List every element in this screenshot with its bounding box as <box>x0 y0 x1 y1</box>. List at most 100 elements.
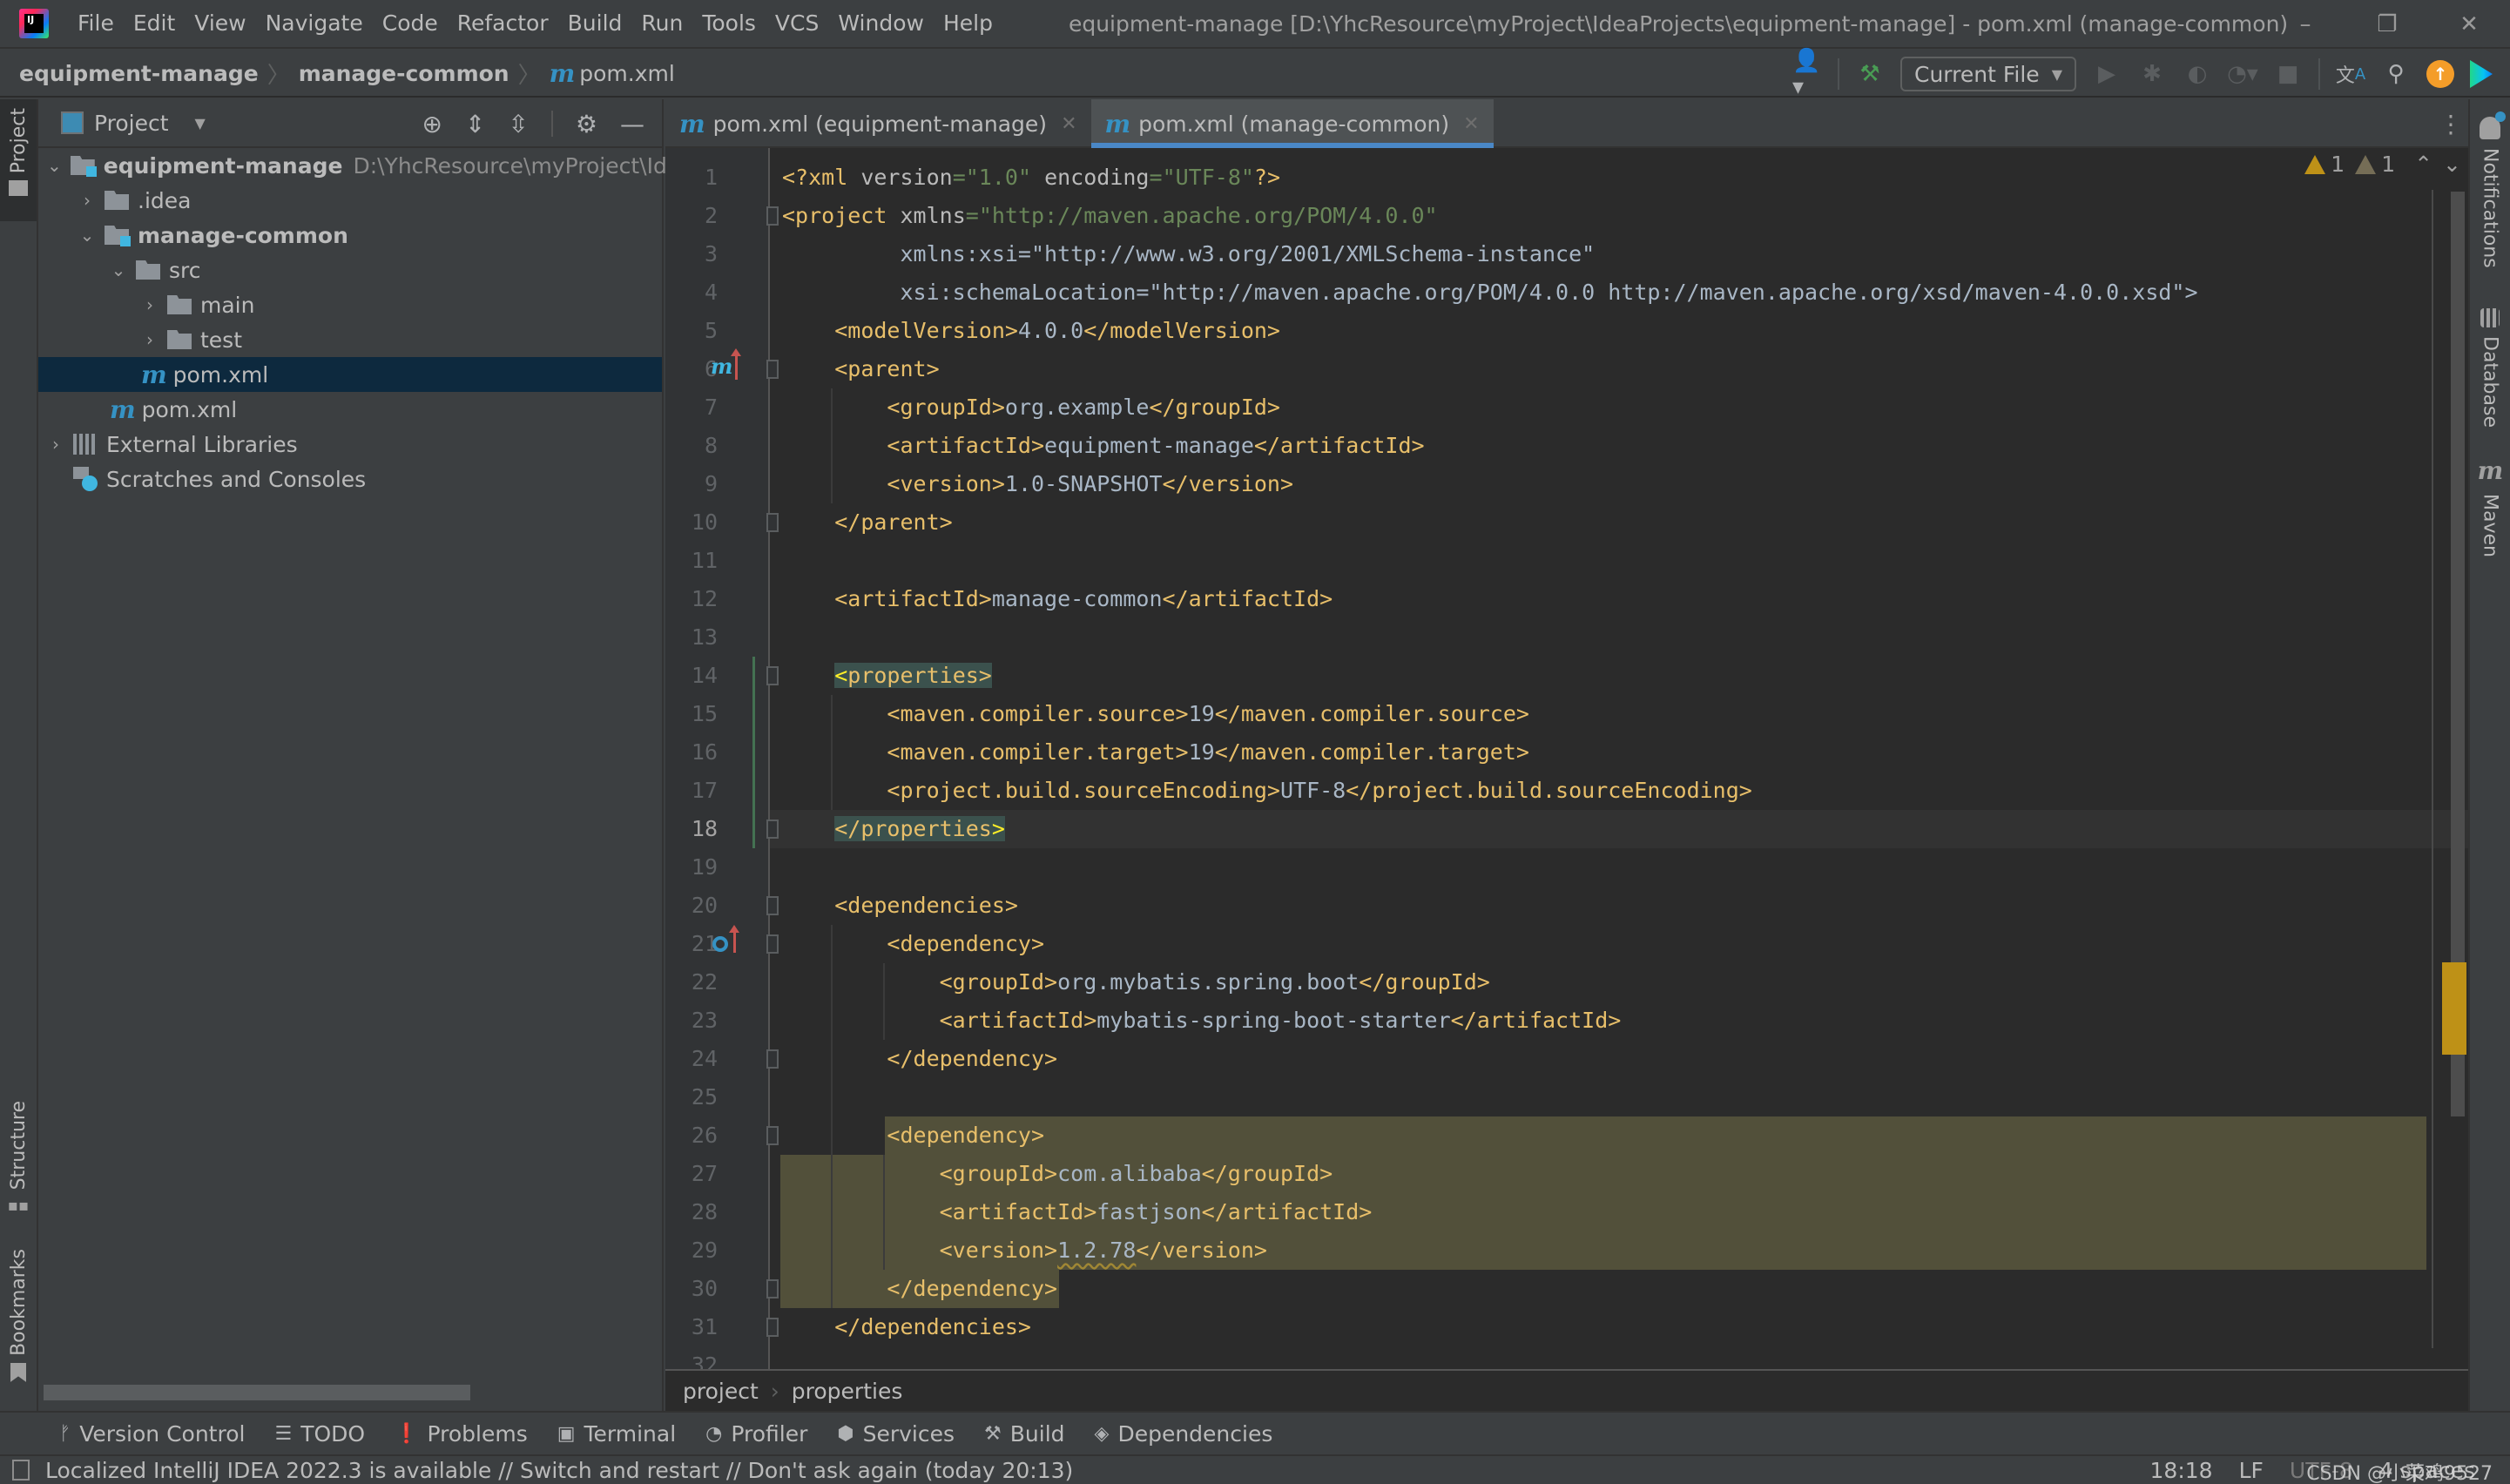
fold-toggle-icon[interactable] <box>766 1279 779 1298</box>
menu-build[interactable]: Build <box>558 0 632 48</box>
code-line[interactable]: 12 <artifactId>manage-common</artifactId… <box>665 580 2468 618</box>
build-button[interactable]: ⚒ Build <box>984 1421 1065 1447</box>
dependencies-button[interactable]: ◈ Dependencies <box>1095 1421 1273 1447</box>
chevron-down-icon[interactable]: ⌄ <box>78 225 96 246</box>
line-number[interactable]: 17 <box>665 772 718 810</box>
line-number[interactable]: 18 <box>665 810 718 848</box>
debug-icon[interactable]: ✱ <box>2137 59 2167 89</box>
restore-button[interactable]: ❐ <box>2346 0 2428 49</box>
run-icon[interactable]: ▶ <box>2092 59 2122 89</box>
code-line[interactable]: 27 <groupId>com.alibaba</groupId> <box>665 1155 2468 1193</box>
fold-toggle-icon[interactable] <box>766 1126 779 1145</box>
line-number[interactable]: 27 <box>665 1155 718 1193</box>
code-line[interactable]: 23 <artifactId>mybatis-spring-boot-start… <box>665 1002 2468 1040</box>
maven-tool-button[interactable]: m Maven <box>2470 456 2510 557</box>
previous-highlight-icon[interactable]: ⌃ <box>2414 152 2432 177</box>
code-line[interactable]: 21 <dependency> <box>665 925 2468 963</box>
navigate-up-arrow-icon[interactable] <box>729 925 739 953</box>
code-line[interactable]: 10 </parent> <box>665 503 2468 542</box>
fold-toggle-icon[interactable] <box>766 820 779 839</box>
breadcrumb-file[interactable]: pom.xml <box>579 61 675 86</box>
line-number[interactable]: 22 <box>665 963 718 1002</box>
menu-edit[interactable]: Edit <box>124 0 185 48</box>
fold-toggle-icon[interactable] <box>766 513 779 532</box>
caret-position[interactable]: 18:18 <box>2150 1458 2213 1483</box>
fold-toggle-icon[interactable] <box>766 206 779 226</box>
tree-item-pom-root[interactable]: m pom.xml <box>38 392 662 427</box>
menu-file[interactable]: File <box>68 0 124 48</box>
line-number[interactable]: 12 <box>665 580 718 618</box>
code-line[interactable]: 19 <box>665 848 2468 887</box>
warning-stripe-marker[interactable] <box>2442 962 2466 1055</box>
fold-toggle-icon[interactable] <box>766 666 779 685</box>
project-view-selector[interactable]: Project ▼ <box>61 111 206 136</box>
horizontal-scrollbar[interactable] <box>44 1385 470 1400</box>
problems-button[interactable]: ❗ Problems <box>395 1421 528 1447</box>
collapse-all-icon[interactable]: ⇳ <box>508 110 528 138</box>
hide-panel-icon[interactable]: — <box>620 110 644 138</box>
close-tab-icon[interactable]: ✕ <box>1061 113 1076 135</box>
update-icon[interactable]: ↑ <box>2426 60 2454 88</box>
warnings-count[interactable]: 1 <box>2304 152 2345 177</box>
maven-parent-gutter-icon[interactable]: m <box>711 354 732 379</box>
user-icon[interactable]: 👤▾ <box>1792 48 1822 100</box>
code-line[interactable]: 32 <box>665 1346 2468 1369</box>
chevron-right-icon[interactable]: › <box>47 434 64 455</box>
menu-code[interactable]: Code <box>373 0 448 48</box>
chevron-down-icon[interactable]: ⌄ <box>110 260 127 280</box>
code-line[interactable]: 6 <parent> <box>665 350 2468 388</box>
breadcrumb-project[interactable]: equipment-manage <box>19 61 259 86</box>
code-line[interactable]: 16 <maven.compiler.target>19</maven.comp… <box>665 733 2468 772</box>
menu-refactor[interactable]: Refactor <box>448 0 558 48</box>
line-number[interactable]: 2 <box>665 197 718 235</box>
line-number[interactable]: 29 <box>665 1231 718 1270</box>
breadcrumb-module[interactable]: manage-common <box>299 61 509 86</box>
line-number[interactable]: 23 <box>665 1002 718 1040</box>
line-number[interactable]: 11 <box>665 542 718 580</box>
tree-item-test[interactable]: › test <box>38 322 662 357</box>
run-configuration-select[interactable]: Current File ▼ <box>1900 57 2076 91</box>
menu-run[interactable]: Run <box>631 0 692 48</box>
fold-toggle-icon[interactable] <box>766 360 779 379</box>
code-line[interactable]: 11 <box>665 542 2468 580</box>
stop-icon[interactable]: ■ <box>2273 59 2303 89</box>
code-line[interactable]: 24 </dependency> <box>665 1040 2468 1078</box>
profiler-icon[interactable]: ◔▾ <box>2227 59 2258 89</box>
code-editor[interactable]: 1 <?xml version="1.0" encoding="UTF-8"?> 2… <box>665 148 2468 1369</box>
menu-tools[interactable]: Tools <box>692 0 766 48</box>
line-number[interactable]: 6 <box>665 350 718 388</box>
inspection-widget[interactable]: 1 1 ⌃ ⌄ <box>2304 152 2461 177</box>
fold-toggle-icon[interactable] <box>766 934 779 954</box>
code-line[interactable]: 9 <version>1.0-SNAPSHOT</version> <box>665 465 2468 503</box>
translate-icon[interactable]: 文A <box>2336 59 2365 89</box>
project-tool-button[interactable]: Project <box>0 99 37 221</box>
line-number[interactable]: 3 <box>665 235 718 273</box>
locate-file-icon[interactable]: ⊕ <box>422 110 442 138</box>
line-number[interactable]: 24 <box>665 1040 718 1078</box>
tree-item-scratches[interactable]: Scratches and Consoles <box>38 462 662 496</box>
code-line[interactable]: 13 <box>665 618 2468 657</box>
tab-pom-manage-common[interactable]: m pom.xml (manage-common) ✕ <box>1090 99 1494 148</box>
line-number[interactable]: 19 <box>665 848 718 887</box>
line-number[interactable]: 28 <box>665 1193 718 1231</box>
build-hammer-icon[interactable]: ⚒ <box>1855 59 1885 89</box>
line-number[interactable]: 4 <box>665 273 718 312</box>
code-line[interactable]: 17 <project.build.sourceEncoding>UTF-8</… <box>665 772 2468 810</box>
line-number[interactable]: 26 <box>665 1116 718 1155</box>
code-line[interactable]: 28 <artifactId>fastjson</artifactId> <box>665 1193 2468 1231</box>
code-line[interactable]: 1 <?xml version="1.0" encoding="UTF-8"?> <box>665 159 2468 197</box>
terminal-button[interactable]: ▣ Terminal <box>557 1421 676 1447</box>
line-number[interactable]: 30 <box>665 1270 718 1308</box>
todo-button[interactable]: ☰ TODO <box>274 1421 365 1447</box>
tree-item-external-libraries[interactable]: › External Libraries <box>38 427 662 462</box>
fold-toggle-icon[interactable] <box>766 896 779 915</box>
code-line[interactable]: 15 <maven.compiler.source>19</maven.comp… <box>665 695 2468 733</box>
close-tab-icon[interactable]: ✕ <box>1463 113 1479 135</box>
menu-window[interactable]: Window <box>828 0 934 48</box>
line-number[interactable]: 16 <box>665 733 718 772</box>
plugin-icon[interactable] <box>2470 60 2493 88</box>
line-number[interactable]: 14 <box>665 657 718 695</box>
more-tabs-icon[interactable]: ⋮ <box>2433 99 2468 148</box>
code-line[interactable]: 14 <properties> <box>665 657 2468 695</box>
chevron-right-icon[interactable]: › <box>78 190 96 211</box>
